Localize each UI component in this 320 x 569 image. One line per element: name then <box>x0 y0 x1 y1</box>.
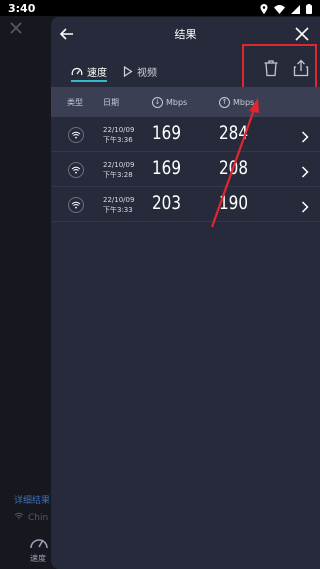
status-time: 3:40 <box>8 1 36 15</box>
row-datetime: 22/10/09 下午3:28 <box>103 160 134 180</box>
status-bar: 3:40 <box>0 0 320 16</box>
row-upload-value: 284 <box>219 122 249 144</box>
row-date: 22/10/09 <box>103 196 135 204</box>
row-time: 下午3:36 <box>103 136 133 144</box>
signal-icon <box>291 0 300 18</box>
play-icon <box>123 65 133 77</box>
page-title: 结果 <box>174 28 197 41</box>
table-header: 类型 日期 ↓ Mbps ↑ Mbps <box>51 87 320 117</box>
row-download-value: 203 <box>152 192 182 214</box>
status-icons <box>260 0 312 18</box>
wifi-icon <box>68 197 84 213</box>
background-close-icon[interactable] <box>9 20 23 34</box>
wifi-icon <box>68 162 84 178</box>
background-nav-speed-label: 速度 <box>30 554 46 563</box>
annotation-highlight-box <box>242 44 317 89</box>
row-time: 下午3:33 <box>103 206 133 214</box>
table-row[interactable]: 22/10/09 下午3:33 203 190 <box>51 187 320 222</box>
chevron-right-icon <box>301 128 309 143</box>
chevron-right-icon <box>301 163 309 178</box>
row-date: 22/10/09 <box>103 161 135 169</box>
tab-video-label: 视频 <box>137 67 157 79</box>
row-datetime: 22/10/09 下午3:33 <box>103 195 134 215</box>
row-download-value: 169 <box>152 122 182 144</box>
close-button[interactable] <box>295 26 309 41</box>
row-download-value: 169 <box>152 157 182 179</box>
results-panel: 结果 速度 视频 类型 日期 ↓ Mbps ↑ Mbps 22/10/09 下午… <box>51 17 320 569</box>
background-detail-link[interactable]: 详细结果 <box>14 493 50 506</box>
row-datetime: 22/10/09 下午3:36 <box>103 125 134 145</box>
speedometer-icon <box>71 67 83 75</box>
background-speedometer-icon[interactable] <box>28 532 50 552</box>
table-row[interactable]: 22/10/09 下午3:28 169 208 <box>51 152 320 187</box>
row-upload-value: 208 <box>219 157 249 179</box>
column-header-upload: ↑ Mbps <box>219 87 254 117</box>
background-wifi-icon <box>14 512 24 523</box>
tab-speed[interactable]: 速度 <box>71 57 107 85</box>
close-icon <box>295 27 309 41</box>
wifi-status-icon <box>274 0 285 18</box>
column-header-type: 类型 <box>67 97 83 107</box>
background-wifi-name: Chin <box>28 512 49 523</box>
chevron-right-icon <box>301 198 309 213</box>
table-row[interactable]: 22/10/09 下午3:36 169 284 <box>51 117 320 152</box>
row-upload-value: 190 <box>219 192 249 214</box>
tab-speed-label: 速度 <box>87 67 107 79</box>
row-time: 下午3:28 <box>103 171 133 179</box>
column-header-upload-label: Mbps <box>233 97 255 107</box>
battery-icon <box>306 0 312 18</box>
row-date: 22/10/09 <box>103 126 135 134</box>
tab-video[interactable]: 视频 <box>123 57 157 85</box>
results-list: 22/10/09 下午3:36 169 284 22/10/09 下午3:28 … <box>51 117 320 222</box>
column-header-date: 日期 <box>103 97 119 107</box>
column-header-download-label: Mbps <box>166 97 188 107</box>
wifi-icon <box>68 127 84 143</box>
location-icon <box>260 0 268 18</box>
download-arrow-icon: ↓ <box>152 96 163 108</box>
column-header-download: ↓ Mbps <box>152 87 187 117</box>
upload-arrow-icon: ↑ <box>219 96 230 108</box>
background-wifi-row: Chin <box>14 512 48 523</box>
